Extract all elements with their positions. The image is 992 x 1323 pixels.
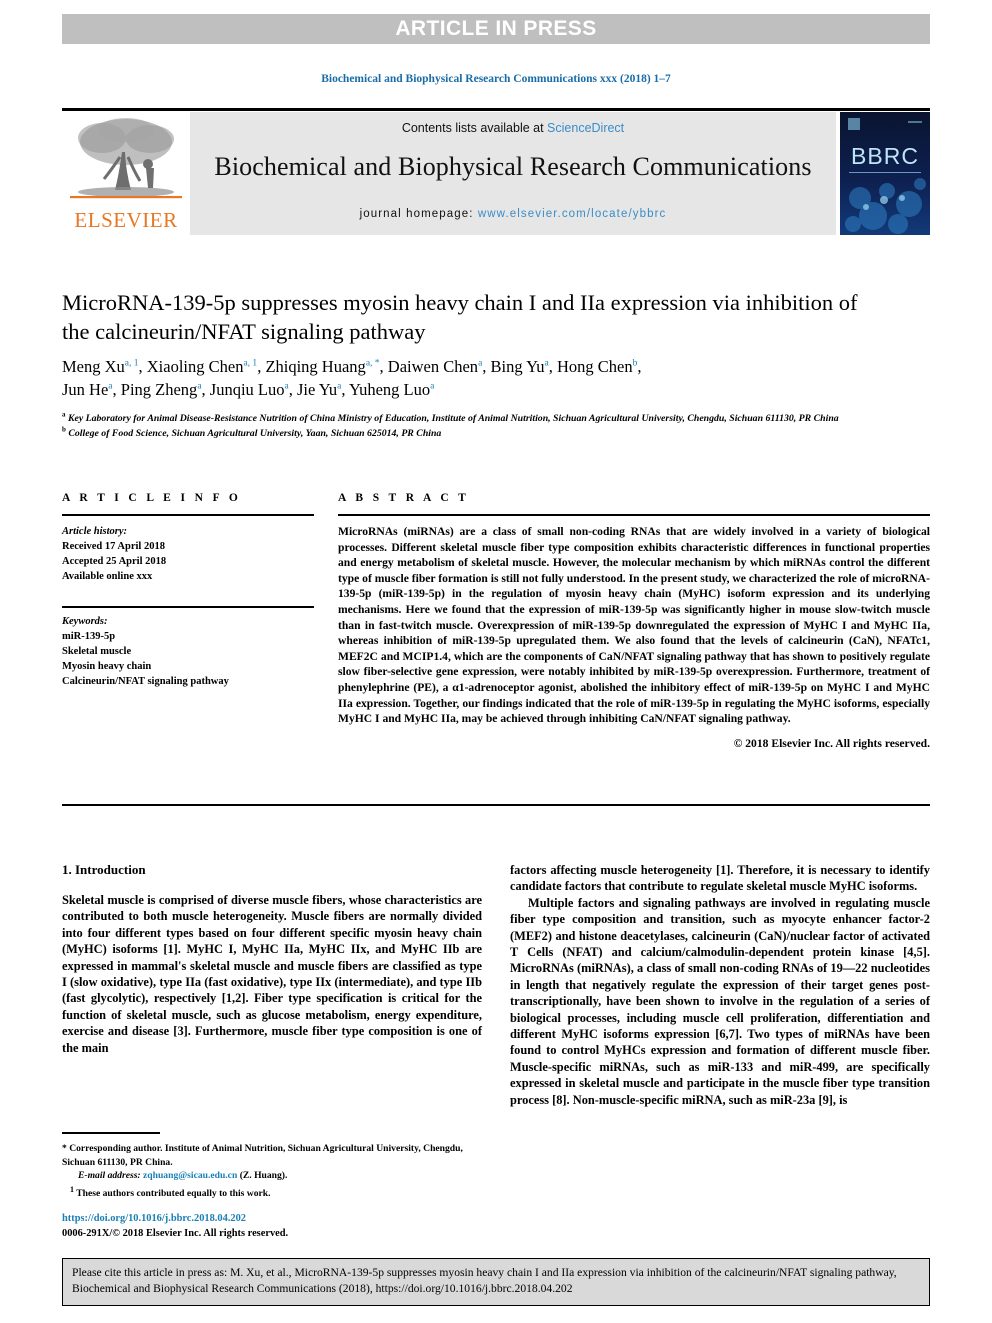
footnote-separator-rule xyxy=(62,1132,160,1134)
author-affiliation-marker: a, * xyxy=(365,358,380,369)
author-list: Meng Xua, 1, Xiaoling Chena, 1, Zhiqing … xyxy=(62,355,892,401)
author-separator: , xyxy=(138,357,147,376)
article-info-spacer xyxy=(62,584,314,606)
running-head: Biochemical and Biophysical Research Com… xyxy=(321,73,671,85)
author-line-2: Jun Hea, Ping Zhenga, Junqiu Luoa, Jie Y… xyxy=(62,378,892,401)
article-history-received: Received 17 April 2018 xyxy=(62,541,165,552)
elsevier-tree-icon xyxy=(70,118,182,199)
keywords-rule xyxy=(62,606,314,608)
footnote-corresponding-author: * Corresponding author. Institute of Ani… xyxy=(62,1142,482,1169)
contents-available-line: Contents lists available at ScienceDirec… xyxy=(190,121,836,135)
journal-homepage-line: journal homepage: www.elsevier.com/locat… xyxy=(190,208,836,220)
section-heading-introduction: 1. Introduction xyxy=(62,862,146,877)
body-right-column: factors affecting muscle heterogeneity [… xyxy=(510,862,930,1108)
affiliation-marker-a: a xyxy=(62,410,66,419)
author-separator: , xyxy=(637,357,642,376)
masthead-center-panel: Contents lists available at ScienceDirec… xyxy=(190,112,836,235)
article-title: MicroRNA-139-5p suppresses myosin heavy … xyxy=(62,290,858,344)
masthead-top-rule xyxy=(62,108,930,111)
cite-this-article-box: Please cite this article in press as: M.… xyxy=(62,1258,930,1306)
footnote-email: E-mail address: zqhuang@sicau.edu.cn (Z.… xyxy=(62,1169,482,1183)
homepage-label: journal homepage: xyxy=(359,208,474,220)
abstract-heading: A B S T R A C T xyxy=(338,492,470,504)
paragraph: factors affecting muscle heterogeneity [… xyxy=(510,863,930,894)
article-in-press-banner: ARTICLE IN PRESS xyxy=(62,14,930,44)
abstract-copyright: © 2018 Elsevier Inc. All rights reserved… xyxy=(733,736,930,750)
elsevier-wordmark: ELSEVIER xyxy=(74,208,178,232)
body-left-column: 1. Introduction Skeletal muscle is compr… xyxy=(62,862,482,1056)
affiliation-marker-b: b xyxy=(62,425,66,434)
cite-this-article-text: Please cite this article in press as: M.… xyxy=(72,1266,897,1295)
author-name: Daiwen Chen xyxy=(387,357,479,376)
author-separator: , xyxy=(379,357,388,376)
article-in-press-label: ARTICLE IN PRESS xyxy=(395,17,597,40)
affiliation-a: a Key Laboratory for Animal Disease-Resi… xyxy=(62,410,902,427)
author-name: Hong Chen xyxy=(556,357,633,376)
equal-contribution-marker: 1 xyxy=(70,1184,74,1194)
author-separator: , xyxy=(201,380,210,399)
author-name: Junqiu Luo xyxy=(209,380,285,399)
abstract-bottom-rule xyxy=(62,804,930,806)
keywords-label: Keywords: xyxy=(62,615,108,627)
article-history-online: Available online xxx xyxy=(62,571,153,582)
footnotes-block: * Corresponding author. Institute of Ani… xyxy=(62,1142,482,1201)
keyword-item: Myosin heavy chain xyxy=(62,660,152,672)
keyword-item: miR-139-5p xyxy=(62,630,116,642)
corresponding-marker: * xyxy=(62,1143,67,1154)
email-label: E-mail address: xyxy=(78,1170,141,1182)
journal-cover-thumbnail: BBRC xyxy=(840,112,930,235)
affiliation-b-text: College of Food Science, Sichuan Agricul… xyxy=(68,427,442,439)
contents-prefix: Contents lists available at xyxy=(401,121,548,135)
article-info-rule xyxy=(62,514,314,516)
author-name: Ping Zheng xyxy=(120,380,198,399)
homepage-url-link[interactable]: www.elsevier.com/locate/ybbrc xyxy=(478,208,667,220)
paragraph: Skeletal muscle is comprised of diverse … xyxy=(62,893,482,1055)
author-name: Xiaoling Chen xyxy=(146,357,244,376)
author-separator: , xyxy=(288,380,297,399)
abstract-column: A B S T R A C T MicroRNAs (miRNAs) are a… xyxy=(338,492,930,750)
affiliation-b: b College of Food Science, Sichuan Agric… xyxy=(62,425,902,442)
doi-block: https://doi.org/10.1016/j.bbrc.2018.04.2… xyxy=(62,1212,482,1241)
issn-copyright-line: 0006-291X/© 2018 Elsevier Inc. All right… xyxy=(62,1227,289,1239)
author-line-1: Meng Xua, 1, Xiaoling Chena, 1, Zhiqing … xyxy=(62,355,892,378)
author-separator: , xyxy=(548,357,557,376)
author-affiliation-marker: a, 1 xyxy=(124,358,139,369)
journal-title: Biochemical and Biophysical Research Com… xyxy=(214,152,812,181)
author-affiliation-marker: a xyxy=(430,381,435,392)
keyword-item: Skeletal muscle xyxy=(62,645,132,657)
journal-masthead: ELSEVIER Contents lists available at Sci… xyxy=(62,112,930,235)
author-affiliation-marker: a, 1 xyxy=(243,358,258,369)
svg-text:BBRC: BBRC xyxy=(851,143,919,169)
equal-contribution-text: These authors contributed equally to thi… xyxy=(76,1187,271,1199)
author-name: Bing Yu xyxy=(490,357,545,376)
author-name: Zhiqing Huang xyxy=(265,357,366,376)
article-history-label: Article history: xyxy=(62,526,128,537)
footnote-equal-contribution: 1 These authors contributed equally to t… xyxy=(62,1183,482,1201)
author-name: Yuheng Luo xyxy=(349,380,431,399)
paragraph: Multiple factors and signaling pathways … xyxy=(510,895,930,1107)
article-info-heading: A R T I C L E I N F O xyxy=(62,492,242,504)
corresponding-author-text: Corresponding author. Institute of Anima… xyxy=(62,1143,463,1168)
author-name: Jie Yu xyxy=(296,380,338,399)
abstract-text: MicroRNAs (miRNAs) are a class of small … xyxy=(338,525,930,726)
keyword-item: Calcineurin/NFAT signaling pathway xyxy=(62,675,229,687)
sciencedirect-link[interactable]: ScienceDirect xyxy=(547,121,624,135)
author-separator: , xyxy=(112,380,121,399)
author-name: Jun He xyxy=(62,380,109,399)
article-history-accepted: Accepted 25 April 2018 xyxy=(62,556,167,567)
affiliations-block: a Key Laboratory for Animal Disease-Resi… xyxy=(62,410,902,442)
elsevier-logo: ELSEVIER xyxy=(62,112,190,235)
paper-page: ARTICLE IN PRESS Biochemical and Biophys… xyxy=(0,0,992,1323)
author-separator: , xyxy=(341,380,350,399)
email-address-link[interactable]: zqhuang@sicau.edu.cn xyxy=(143,1170,237,1181)
doi-link[interactable]: https://doi.org/10.1016/j.bbrc.2018.04.2… xyxy=(62,1212,482,1227)
author-separator: , xyxy=(482,357,491,376)
affiliation-a-text: Key Laboratory for Animal Disease-Resist… xyxy=(67,413,839,424)
article-info-column: A R T I C L E I N F O Article history: R… xyxy=(62,492,314,689)
bbrc-cover-artwork: BBRC xyxy=(840,112,930,235)
abstract-rule xyxy=(338,514,930,516)
email-owner: (Z. Huang). xyxy=(239,1170,288,1182)
author-name: Meng Xu xyxy=(62,357,125,376)
